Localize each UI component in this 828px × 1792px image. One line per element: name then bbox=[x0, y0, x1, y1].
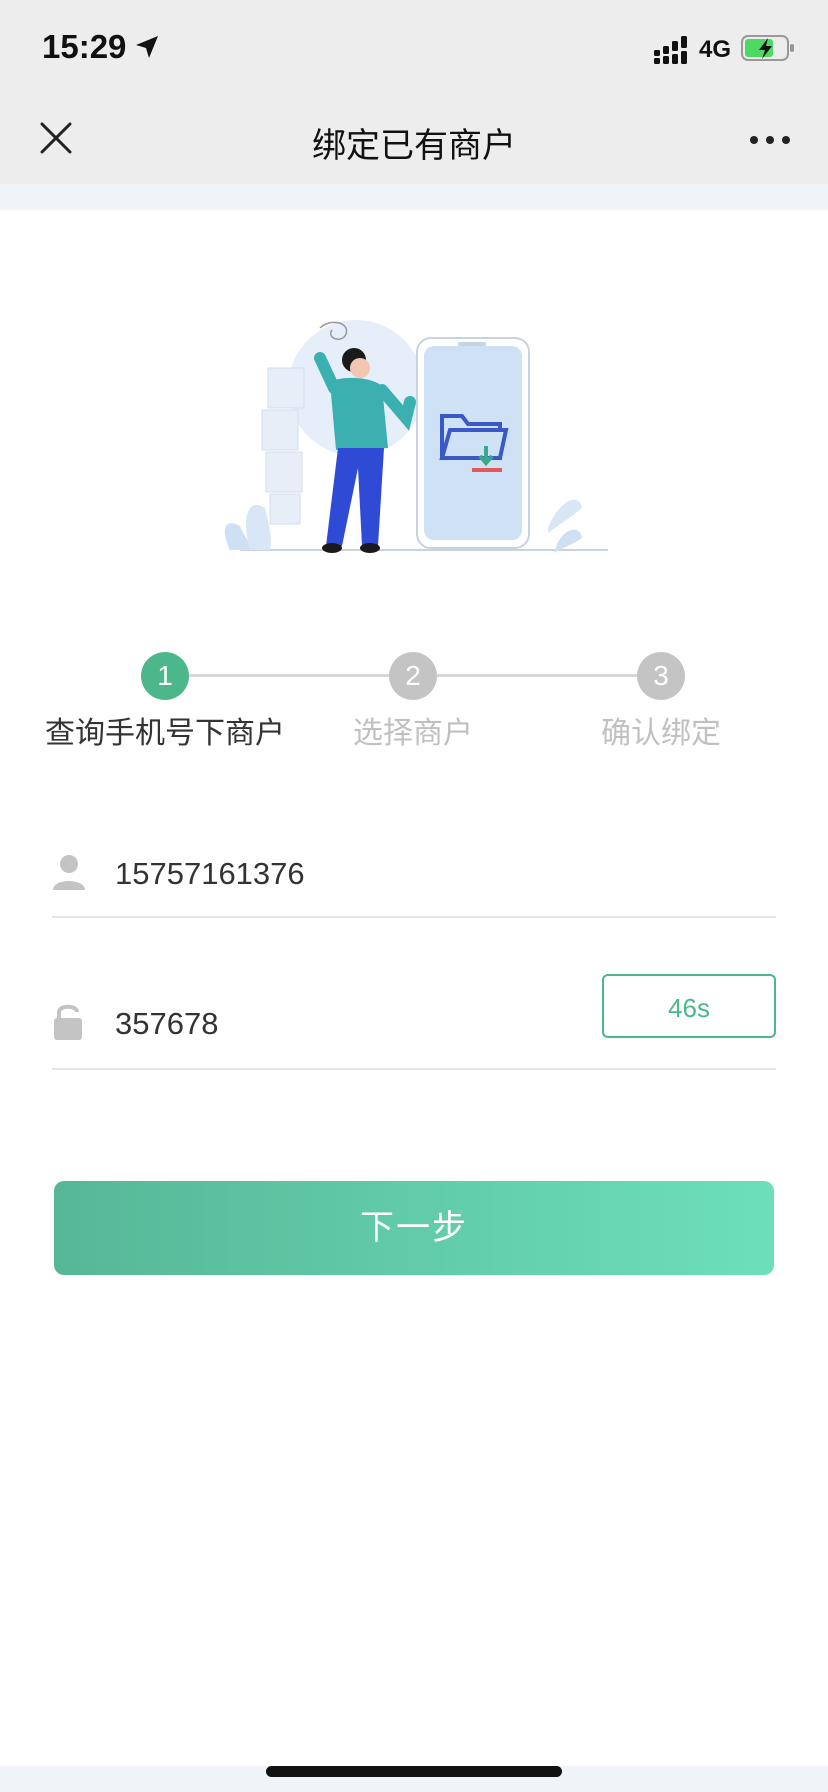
user-icon bbox=[52, 854, 86, 894]
phone-input[interactable] bbox=[115, 856, 595, 892]
page-title: 绑定已有商户 bbox=[312, 126, 516, 166]
person-phone-folder-illustration bbox=[210, 298, 620, 566]
battery-charging-icon bbox=[741, 34, 795, 66]
nav-bar: 绑定已有商户 bbox=[0, 96, 828, 184]
signal-icon bbox=[654, 36, 690, 68]
top-spacer bbox=[0, 184, 828, 210]
step-1-label: 查询手机号下商户 bbox=[45, 716, 285, 751]
step-connector bbox=[189, 674, 389, 677]
lock-icon bbox=[52, 1002, 84, 1044]
location-arrow-icon bbox=[134, 34, 160, 64]
status-time: 15:29 bbox=[42, 28, 127, 65]
status-bar: 15:29 4G bbox=[0, 0, 828, 96]
step-connector bbox=[437, 674, 637, 677]
home-indicator[interactable] bbox=[266, 1766, 562, 1777]
get-code-button[interactable]: 46s bbox=[602, 974, 776, 1038]
step-2-label: 选择商户 bbox=[353, 716, 473, 751]
step-3-circle: 3 bbox=[637, 652, 685, 700]
step-1-circle: 1 bbox=[141, 652, 189, 700]
step-2-circle: 2 bbox=[389, 652, 437, 700]
step-3-label: 确认绑定 bbox=[601, 716, 721, 751]
verification-code-field: 46s bbox=[52, 974, 776, 1070]
stepper: 1 2 3 查询手机号下商户 选择商户 确认绑定 bbox=[0, 640, 828, 760]
next-step-button[interactable]: 下一步 bbox=[54, 1181, 774, 1275]
network-label: 4G bbox=[699, 36, 732, 63]
phone-field bbox=[52, 840, 776, 918]
more-icon[interactable] bbox=[748, 132, 792, 148]
code-input[interactable] bbox=[115, 1006, 595, 1042]
main-content: 1 2 3 查询手机号下商户 选择商户 确认绑定 46s 下一步 bbox=[0, 210, 828, 1766]
